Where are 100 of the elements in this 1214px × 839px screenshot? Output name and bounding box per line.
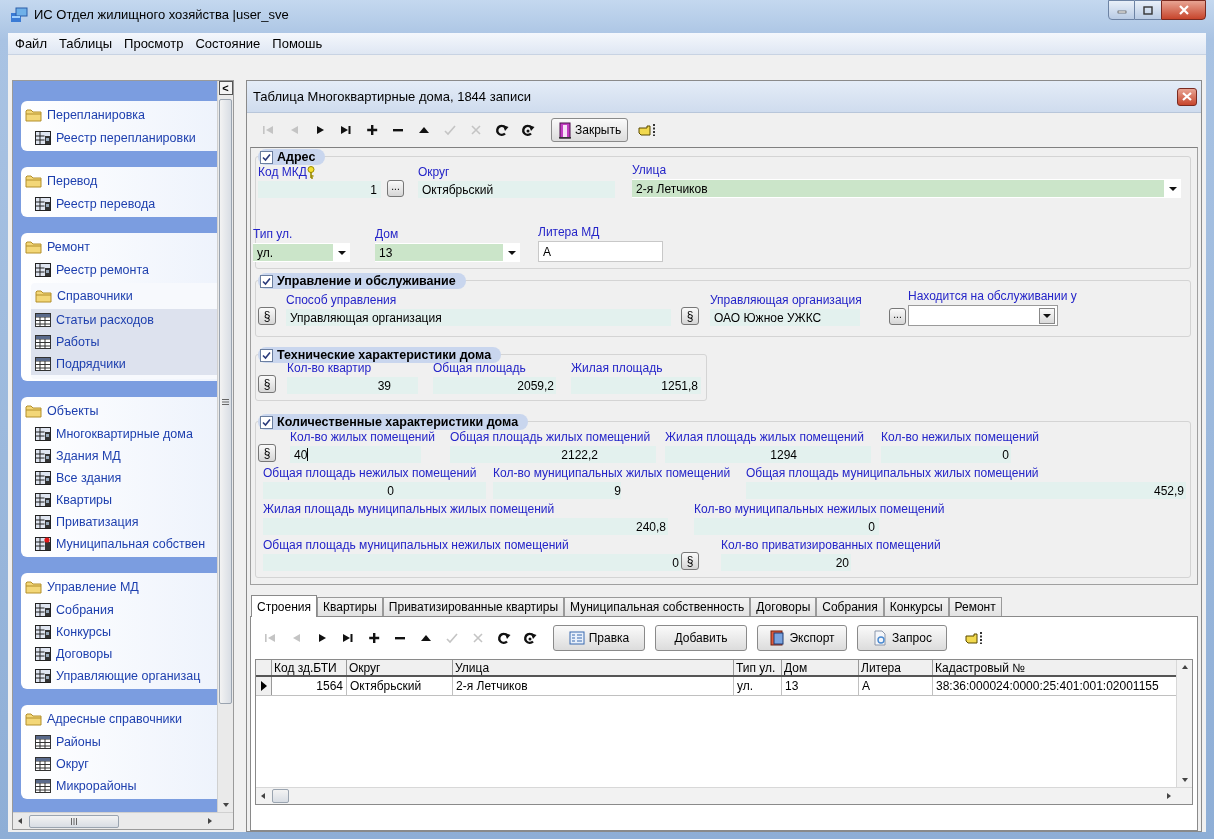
- tab[interactable]: Договоры: [750, 597, 817, 616]
- maximize-icon[interactable]: [1143, 5, 1153, 15]
- scrollbar-thumb[interactable]: [219, 99, 232, 704]
- sidebar-item[interactable]: Муниципальная собствен: [56, 534, 206, 554]
- sidebar-item[interactable]: Договоры: [56, 644, 113, 664]
- table-icon: [35, 537, 51, 551]
- column-header: Тип ул.: [734, 660, 782, 675]
- section-button[interactable]: §: [258, 307, 276, 325]
- sidebar-item[interactable]: Реестр ремонта: [56, 260, 149, 280]
- sidebar-group-title[interactable]: Перевод: [47, 171, 98, 191]
- checkbox[interactable]: [260, 150, 273, 164]
- value-field: 0: [263, 482, 486, 499]
- table-cell: А: [859, 677, 933, 695]
- table-cell: ул.: [734, 677, 782, 695]
- scrollbar-thumb[interactable]: [29, 814, 119, 828]
- ellipsis-button[interactable]: ...: [889, 308, 906, 325]
- refresh-icon[interactable]: [520, 122, 536, 138]
- sidebar-item[interactable]: Многоквартирные дома: [56, 424, 193, 444]
- close-icon[interactable]: [1177, 5, 1190, 15]
- section-button[interactable]: §: [681, 307, 699, 325]
- toolbar-button[interactable]: Правка: [553, 625, 645, 651]
- sidebar-item[interactable]: Управляющие организац: [56, 666, 201, 686]
- tab[interactable]: Ремонт: [948, 597, 1002, 616]
- field-label: Код МКД: [258, 165, 307, 179]
- input-field[interactable]: А: [538, 241, 663, 262]
- value-field: 1: [258, 181, 381, 198]
- toolbar-button[interactable]: Экспорт: [757, 625, 847, 651]
- sidebar-group-title[interactable]: Перепланировка: [47, 105, 145, 125]
- ellipsis-button[interactable]: ...: [387, 180, 404, 197]
- refresh-icon[interactable]: [494, 122, 510, 138]
- sidebar-group-title[interactable]: Справочники: [57, 286, 133, 306]
- field-label: Кол-во муниципальных нежилых помещений: [694, 502, 945, 516]
- sidebar-item[interactable]: Округ: [56, 754, 89, 774]
- column-header: Кадастровый №: [933, 660, 1176, 675]
- sidebar-item[interactable]: Подрядчики: [56, 354, 126, 374]
- field-label: Общая площадь муниципальных нежилых помещений: [263, 538, 569, 552]
- sidebar-item[interactable]: Здания МД: [56, 446, 121, 466]
- sidebar-item[interactable]: Собрания: [56, 600, 114, 620]
- tab[interactable]: Квартиры: [317, 597, 383, 616]
- group-title: Управление и обслуживание: [277, 272, 456, 290]
- value-field: 0: [881, 446, 1011, 463]
- collapse-button[interactable]: <: [218, 81, 233, 95]
- sidebar-item[interactable]: Все здания: [56, 468, 122, 488]
- toolbar-button[interactable]: Добавить: [655, 625, 747, 651]
- value-field: 2059,2: [433, 377, 556, 394]
- menu-item[interactable]: Таблицы: [53, 33, 118, 54]
- sidebar-item[interactable]: Квартиры: [56, 490, 113, 510]
- section-button[interactable]: §: [681, 552, 699, 570]
- section-button[interactable]: §: [258, 444, 276, 462]
- sidebar-item[interactable]: Конкурсы: [56, 622, 112, 642]
- refresh-icon[interactable]: [496, 630, 512, 646]
- plus-icon[interactable]: [364, 122, 380, 138]
- close-button[interactable]: Закрыть: [551, 118, 629, 142]
- field-label: Общая площадь нежилых помещений: [263, 466, 477, 480]
- sidebar-item[interactable]: Районы: [56, 732, 101, 752]
- sidebar-group-title[interactable]: Объекты: [47, 401, 99, 421]
- menu-item[interactable]: Помошь: [267, 33, 328, 54]
- field-label: Дом: [375, 227, 399, 241]
- checkbox[interactable]: [260, 348, 273, 362]
- section-button[interactable]: §: [258, 375, 276, 393]
- value-field: 240,8: [263, 518, 668, 535]
- sidebar-item[interactable]: Микрорайоны: [56, 776, 137, 796]
- sidebar-group-title[interactable]: Ремонт: [47, 237, 90, 257]
- field-label: Округ: [418, 165, 450, 179]
- checkbox[interactable]: [260, 415, 273, 429]
- tab[interactable]: Собрания: [816, 597, 884, 616]
- door-icon: [558, 121, 572, 139]
- sidebar-group-title[interactable]: Управление МД: [47, 577, 139, 597]
- table-icon: [35, 625, 51, 639]
- checkbox[interactable]: [260, 274, 273, 288]
- menu-item[interactable]: Просмотр: [119, 33, 189, 54]
- sidebar-item[interactable]: Реестр перевода: [56, 194, 156, 214]
- sidebar-item[interactable]: Реестр перепланировки: [56, 128, 196, 148]
- toolbar-button[interactable]: Запрос: [857, 625, 947, 651]
- tab[interactable]: Муниципальная собственность: [564, 597, 751, 616]
- value-field: 1251,8: [571, 377, 701, 394]
- combo-box[interactable]: 13: [375, 243, 520, 262]
- folder-icon: [25, 108, 43, 122]
- sidebar-group-title[interactable]: Адресные справочники: [47, 709, 183, 729]
- table-icon: [35, 449, 51, 463]
- menu-item[interactable]: Файл: [10, 33, 52, 54]
- combo-box[interactable]: ул.: [253, 243, 350, 262]
- tab[interactable]: Конкурсы: [883, 597, 949, 616]
- close-icon[interactable]: [1182, 92, 1192, 101]
- refresh-icon[interactable]: [522, 630, 538, 646]
- plus-icon[interactable]: [366, 630, 382, 646]
- combo-box[interactable]: 2-я Летчиков: [632, 179, 1181, 198]
- select-field[interactable]: [908, 305, 1058, 326]
- sidebar-item[interactable]: Приватизация: [56, 512, 139, 532]
- field-label: Кол-во жилых помещений: [290, 430, 435, 444]
- sidebar-item[interactable]: Работы: [56, 332, 100, 352]
- form-icon: [568, 630, 585, 646]
- field-label: Кол-во квартир: [287, 361, 372, 375]
- tab[interactable]: Приватизированные квартиры: [382, 597, 565, 616]
- menu-item[interactable]: Состояние: [190, 33, 266, 54]
- scrollbar-thumb[interactable]: [272, 789, 289, 803]
- sidebar-item[interactable]: Статьи расходов: [56, 310, 154, 330]
- folder-icon: [35, 289, 53, 303]
- tab[interactable]: Строения: [251, 595, 317, 617]
- checkmark-icon: [262, 350, 271, 360]
